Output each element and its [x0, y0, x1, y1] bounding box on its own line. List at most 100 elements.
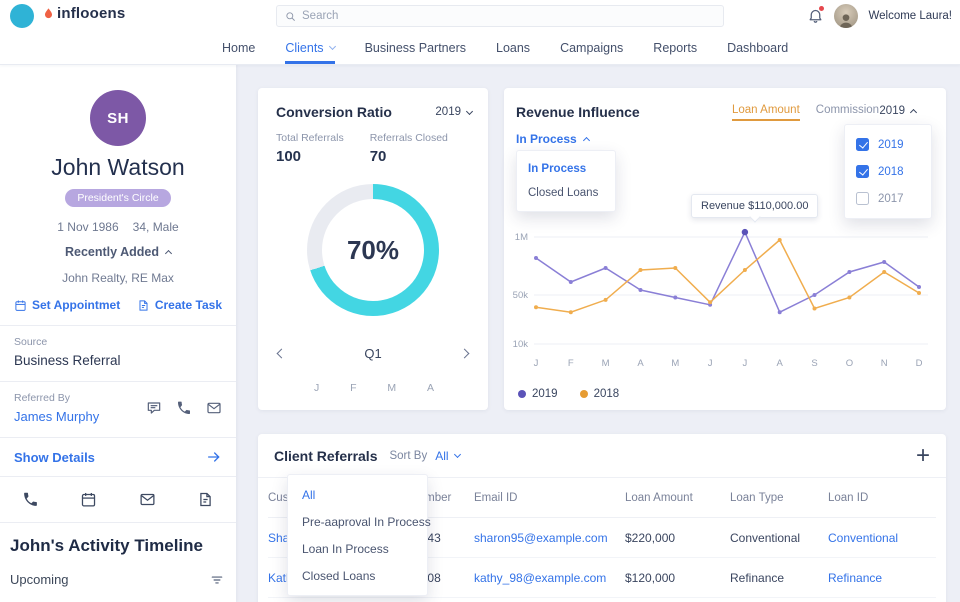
client-tier-badge: President's Circle — [65, 189, 170, 207]
chart-tooltip: Revenue $110,000.00 — [691, 194, 818, 218]
search-icon — [285, 11, 296, 22]
referrals-title: Client Referrals — [274, 448, 377, 464]
conversion-ratio-card: Conversion Ratio 2019 Total Referrals 10… — [258, 88, 488, 410]
column-header-amount: Loan Amount — [625, 492, 730, 504]
year-option-2019[interactable]: 2019 — [845, 131, 931, 158]
sort-option-pre-aaproval-in-process[interactable]: Pre-aaproval In Process — [288, 508, 427, 535]
create-task-link[interactable]: Create Task — [137, 298, 222, 312]
search-bar[interactable] — [276, 5, 724, 27]
nav-item-reports[interactable]: Reports — [653, 32, 697, 64]
cell-email[interactable]: kathy_98@example.com — [474, 571, 625, 585]
set-appointment-link[interactable]: Set Appointmet — [14, 298, 120, 312]
nav-item-campaigns[interactable]: Campaigns — [560, 32, 623, 64]
create-task-label: Create Task — [155, 298, 222, 312]
year-option-2017[interactable]: 2017 — [845, 185, 931, 212]
conversion-year-value: 2019 — [435, 106, 461, 118]
svg-text:O: O — [846, 358, 853, 369]
source-field: Source Business Referral — [0, 326, 236, 381]
activity-timeline-title: John's Activity Timeline — [0, 523, 236, 556]
nav-item-home[interactable]: Home — [222, 32, 255, 64]
client-initials: SH — [107, 110, 129, 127]
client-avatar: SH — [90, 90, 146, 146]
sort-option-loan-in-process[interactable]: Loan In Process — [288, 535, 427, 562]
show-details-link[interactable]: Show Details — [0, 438, 236, 476]
status-filter-dropdown: In ProcessClosed Loans — [516, 150, 616, 212]
nav-item-dashboard[interactable]: Dashboard — [727, 32, 788, 64]
arrow-right-icon — [206, 449, 222, 465]
cell-email[interactable]: sharon95@example.com — [474, 531, 625, 545]
status-filter-select[interactable]: In Process — [516, 132, 589, 146]
legend-item-2019: 2019 — [518, 388, 558, 400]
cell-loan_id[interactable]: Refinance — [828, 571, 936, 585]
filter-icon[interactable] — [210, 573, 224, 587]
chevron-left-icon[interactable] — [277, 349, 287, 359]
document-icon[interactable] — [197, 491, 214, 508]
top-bar: inflooens Welcome Laura! — [0, 0, 960, 32]
sort-option-all[interactable]: All — [288, 481, 427, 508]
referred-by-label: Referred By — [14, 392, 99, 404]
checkbox-icon[interactable] — [856, 192, 869, 205]
client-dob: 1 Nov 1986 — [57, 220, 118, 234]
checkbox-icon[interactable] — [856, 138, 869, 151]
referrals-header: Client Referrals Sort By All + — [258, 434, 946, 478]
stat-value: 100 — [276, 148, 344, 165]
sort-by-label: Sort By — [389, 450, 427, 462]
chat-icon[interactable] — [146, 400, 162, 416]
chart-legend: 20192018 — [518, 388, 619, 400]
year-option-2018[interactable]: 2018 — [845, 158, 931, 185]
chevron-up-icon — [910, 108, 917, 115]
mail-icon[interactable] — [139, 491, 156, 508]
month-tick: F — [350, 382, 356, 394]
tab-loan-amount[interactable]: Loan Amount — [732, 104, 800, 121]
quarter-label: Q1 — [364, 346, 381, 361]
revenue-year-select[interactable]: 2019 — [879, 105, 916, 117]
client-profile-panel: SH John Watson President's Circle 1 Nov … — [0, 64, 236, 602]
notifications-bell-icon[interactable] — [807, 7, 824, 25]
referred-by-link[interactable]: James Murphy — [14, 409, 99, 424]
checkbox-icon[interactable] — [856, 165, 869, 178]
calendar-icon[interactable] — [80, 491, 97, 508]
client-name: John Watson — [51, 154, 184, 181]
topbar-right: Welcome Laura! — [807, 0, 952, 32]
nav-item-clients[interactable]: Clients — [285, 32, 334, 64]
tab-commission[interactable]: Commission — [816, 104, 879, 121]
cell-loan_id[interactable]: Conventional — [828, 531, 936, 545]
search-input[interactable] — [302, 10, 715, 22]
sort-dropdown: AllPre-aaproval In ProcessLoan In Proces… — [287, 474, 428, 596]
stat-value: 70 — [370, 148, 448, 165]
filter-option-in-process[interactable]: In Process — [517, 157, 615, 181]
stat-label: Referrals Closed — [370, 132, 448, 144]
nav-item-loans[interactable]: Loans — [496, 32, 530, 64]
phone-icon[interactable] — [176, 400, 192, 416]
sort-by-select[interactable]: All — [435, 449, 459, 463]
client-company: John Realty, RE Max — [62, 271, 174, 285]
cell-amount: $220,000 — [625, 531, 730, 545]
brand-name: inflooens — [57, 5, 125, 22]
chevron-down-icon — [466, 107, 473, 114]
svg-text:D: D — [916, 358, 923, 369]
upcoming-label: Upcoming — [10, 572, 69, 587]
svg-text:A: A — [777, 358, 784, 369]
phone-icon[interactable] — [22, 491, 39, 508]
svg-text:M: M — [671, 358, 679, 369]
svg-text:N: N — [881, 358, 888, 369]
mail-icon[interactable] — [206, 400, 222, 416]
chevron-down-icon — [454, 451, 461, 458]
conversion-year-select[interactable]: 2019 — [435, 106, 472, 118]
year-dropdown: 201920182017 — [844, 124, 932, 219]
filter-option-closed-loans[interactable]: Closed Loans — [517, 181, 615, 205]
brand-logo: inflooens — [42, 5, 125, 22]
chevron-right-icon[interactable] — [460, 349, 470, 359]
show-details-label: Show Details — [14, 450, 95, 465]
droplet-icon — [42, 5, 55, 22]
stat-referrals-closed: Referrals Closed 70 — [370, 132, 448, 165]
source-label: Source — [14, 336, 222, 348]
add-referral-button[interactable]: + — [916, 447, 930, 465]
client-status-dropdown[interactable]: Recently Added — [65, 245, 171, 259]
sort-option-closed-loans[interactable]: Closed Loans — [288, 562, 427, 589]
calendar-icon — [14, 299, 27, 312]
referrer-contact-icons — [146, 400, 222, 416]
user-avatar[interactable] — [834, 4, 858, 28]
main-nav: Home Clients Business Partners Loans Campaig… — [0, 32, 960, 64]
nav-item-business-partners[interactable]: Business Partners — [365, 32, 466, 64]
